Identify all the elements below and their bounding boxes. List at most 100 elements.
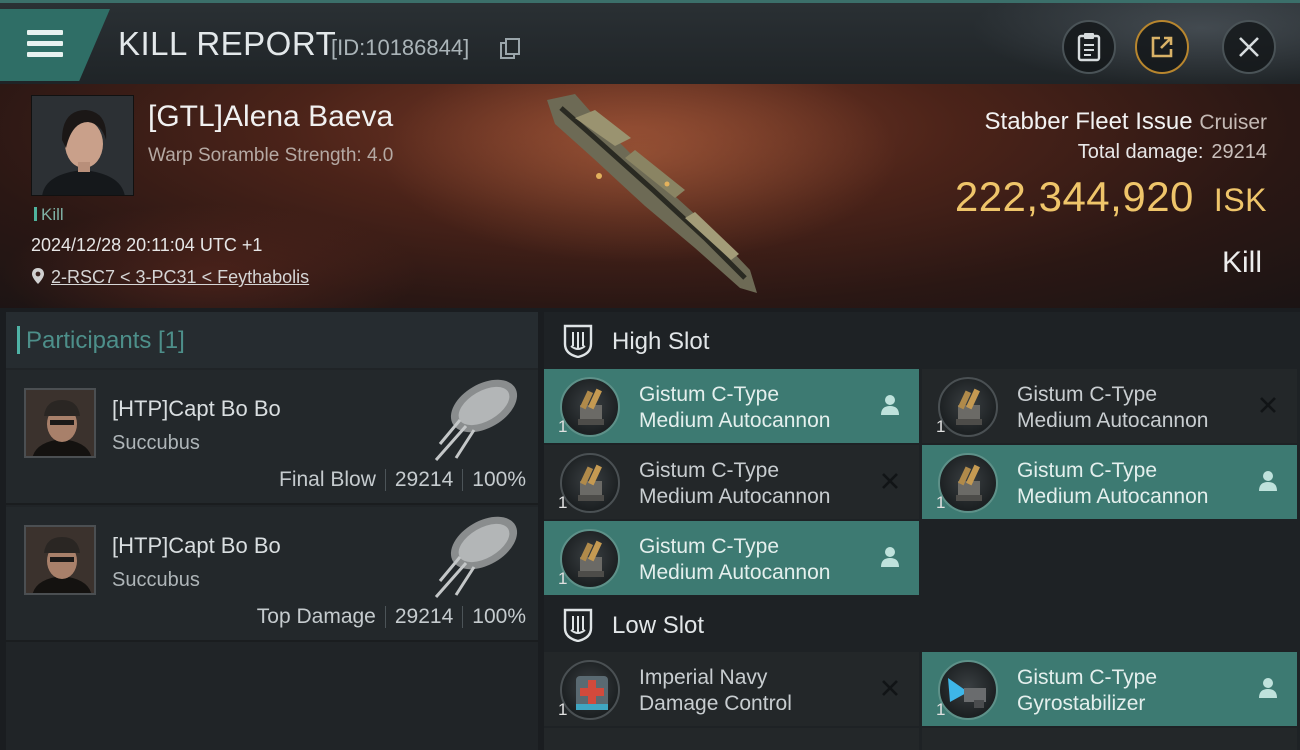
module-quantity: 1 — [558, 493, 568, 512]
module-slot[interactable]: 1 Gistum C-Type Medium Autocannon — [922, 369, 1297, 443]
module-name-line1: Gistum C-Type — [639, 383, 780, 406]
title-bar: KILL REPORT [ID:10186844] — [0, 0, 1300, 87]
module-quantity: 1 — [558, 569, 568, 588]
module-name-line1: Gistum C-Type — [1017, 383, 1158, 406]
isk-amount: 222,344,920 — [954, 173, 1194, 220]
share-button[interactable] — [1135, 20, 1189, 74]
module-name-line2: Medium Autocannon — [639, 561, 831, 584]
ship-name-text: Stabber Fleet Issue — [984, 108, 1193, 135]
victim-name[interactable]: [GTL]Alena Baeva — [148, 100, 393, 134]
participants-panel: Participants [1] [HTP]Capt Bo Bo Succubu… — [6, 312, 538, 750]
participant-ship: Succubus — [112, 569, 200, 591]
victim-ship-name[interactable]: Stabber Fleet Issue Cruiser — [985, 108, 1267, 136]
participant-row[interactable]: [HTP]Capt Bo Bo Succubus Final Blow 2921… — [6, 370, 538, 505]
low-slot-header: Low Slot — [544, 596, 1300, 654]
module-name-line1: Gistum C-Type — [639, 459, 780, 482]
close-button[interactable] — [1222, 20, 1276, 74]
autocannon-icon — [938, 377, 998, 437]
module-name-line2: Medium Autocannon — [1017, 485, 1209, 508]
module-slot[interactable]: 1 Gistum C-Type Medium Autocannon — [922, 445, 1297, 519]
module-slot[interactable]: 1 Gistum C-Type Medium Autocannon — [544, 369, 919, 443]
participant-row[interactable]: [HTP]Capt Bo Bo Succubus Top Damage 2921… — [6, 507, 538, 642]
participant-role: Top Damage — [256, 605, 376, 628]
scram-strength: Warp Soramble Strength: 4.0 — [148, 145, 394, 166]
copy-icon[interactable] — [500, 38, 520, 59]
participant-ship: Succubus — [112, 432, 200, 454]
participant-portrait — [26, 527, 94, 593]
module-slot-partial[interactable] — [544, 728, 919, 750]
report-button[interactable] — [1062, 20, 1116, 74]
autocannon-icon — [560, 377, 620, 437]
page-title: KILL REPORT — [118, 25, 337, 62]
module-name-line1: Gistum C-Type — [639, 535, 780, 558]
participant-portrait — [26, 390, 94, 456]
module-slot[interactable]: 1 Gistum C-Type Medium Autocannon — [544, 445, 919, 519]
menu-button[interactable] — [0, 9, 110, 81]
module-name-line2: Medium Autocannon — [639, 409, 831, 432]
high-slot-label: High Slot — [612, 328, 710, 355]
high-slot-shield-icon — [563, 324, 593, 358]
ship-class: Cruiser — [1199, 111, 1267, 134]
module-quantity: 1 — [936, 700, 946, 719]
autocannon-icon — [938, 453, 998, 513]
module-quantity: 1 — [558, 417, 568, 436]
participant-percent: 100% — [472, 468, 526, 491]
module-quantity: 1 — [936, 417, 946, 436]
pilot-portrait — [32, 96, 133, 195]
participant-name: [HTP]Capt Bo Bo — [112, 396, 281, 421]
module-name-line2: Damage Control — [639, 692, 792, 715]
module-slot-partial[interactable] — [922, 728, 1297, 750]
module-name-line2: Medium Autocannon — [639, 485, 831, 508]
module-name-line1: Gistum C-Type — [1017, 666, 1158, 689]
clipboard-icon — [1077, 33, 1101, 62]
isk-unit: ISK — [1213, 182, 1267, 218]
total-damage-label: Total damage: — [1077, 141, 1204, 163]
participant-ship-icon — [434, 379, 518, 461]
damage-control-icon — [560, 660, 620, 720]
close-icon — [1239, 37, 1259, 57]
kill-banner: [GTL]Alena Baeva Warp Soramble Strength:… — [0, 84, 1300, 308]
low-slot-label: Low Slot — [612, 612, 705, 639]
participant-stats: Top Damage 29214 100% — [257, 605, 526, 629]
share-icon — [1151, 36, 1173, 58]
module-name-line2: Medium Autocannon — [1017, 409, 1209, 432]
dropped-person-icon — [1259, 471, 1277, 491]
module-name-line2: Gyrostabilizer — [1017, 692, 1146, 715]
participant-stats: Final Blow 29214 100% — [279, 468, 526, 492]
total-damage-value: 29214 — [1211, 141, 1267, 163]
participant-damage: 29214 — [394, 468, 454, 491]
participants-header: Participants [1] — [6, 312, 538, 368]
isk-value: 222,344,920 ISK — [955, 173, 1267, 221]
participant-avatar[interactable] — [24, 388, 96, 458]
menu-icon — [27, 30, 63, 58]
participant-name: [HTP]Capt Bo Bo — [112, 533, 281, 558]
destroyed-x-icon — [882, 473, 898, 489]
location-pin-icon — [32, 268, 44, 284]
participant-percent: 100% — [472, 605, 526, 628]
total-damage: Total damage: 29214 — [1078, 141, 1267, 164]
kill-tag: Kill — [34, 205, 64, 225]
report-id: [ID:10186844] — [331, 35, 470, 60]
dropped-person-icon — [1259, 678, 1277, 698]
module-quantity: 1 — [936, 493, 946, 512]
destroyed-x-icon — [1260, 397, 1276, 413]
module-name-line1: Gistum C-Type — [1017, 459, 1158, 482]
high-slot-header: High Slot — [544, 312, 1300, 370]
module-name-line1: Imperial Navy — [639, 666, 768, 689]
participant-damage: 29214 — [394, 605, 454, 628]
dropped-person-icon — [881, 547, 899, 567]
victim-avatar[interactable] — [31, 95, 134, 196]
victim-ship-image[interactable] — [535, 88, 775, 300]
module-slot[interactable]: 1 Imperial Navy Damage Control — [544, 652, 919, 726]
gyrostabilizer-icon — [938, 660, 998, 720]
destroyed-x-icon — [882, 680, 898, 696]
fitting-panel: High Slot 1 Gistum C-Type Medium Autocan… — [544, 312, 1300, 750]
location-link[interactable]: 2-RSC7 < 3-PC31 < Feythabolis — [31, 267, 309, 288]
module-slot[interactable]: 1 Gistum C-Type Gyrostabilizer — [922, 652, 1297, 726]
participants-title: Participants [1] — [17, 326, 185, 354]
participant-avatar[interactable] — [24, 525, 96, 595]
dropped-person-icon — [881, 395, 899, 415]
participant-ship-icon — [434, 516, 518, 598]
module-slot[interactable]: 1 Gistum C-Type Medium Autocannon — [544, 521, 919, 595]
location-text: 2-RSC7 < 3-PC31 < Feythabolis — [51, 267, 310, 287]
